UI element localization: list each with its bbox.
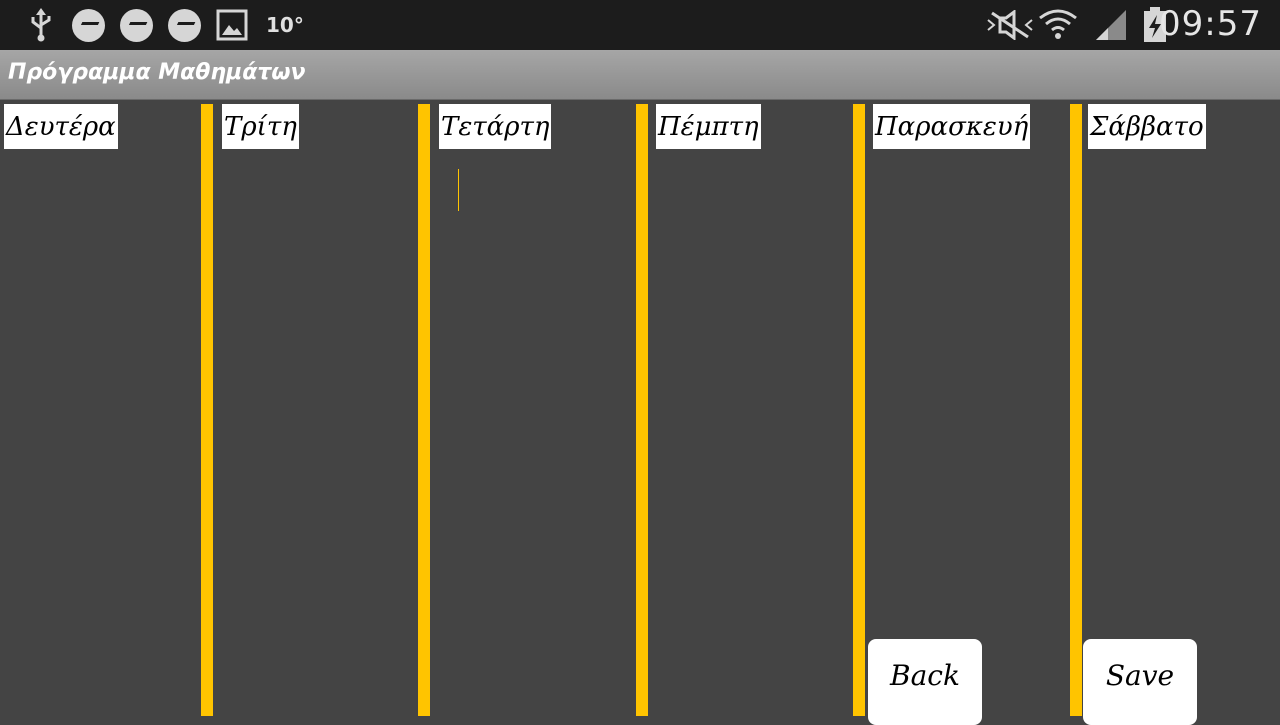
day-label-friday: Παρασκευή [873, 104, 1031, 149]
column-divider [201, 104, 213, 716]
messenger-icon [120, 8, 153, 42]
day-label-saturday: Σάββατο [1088, 104, 1206, 149]
action-bar: Πρόγραμμα Μαθημάτων [0, 50, 1280, 100]
app-title: Πρόγραμμα Μαθημάτων [8, 60, 306, 85]
column-divider [1070, 104, 1082, 716]
clock: 09:57 [1159, 4, 1262, 44]
status-bar: 10° 09:57 [0, 0, 1280, 50]
day-label-thursday: Πέμπτη [656, 104, 761, 149]
column-divider [853, 104, 865, 716]
day-label-tuesday: Τρίτη [222, 104, 299, 149]
wifi-icon [1038, 8, 1078, 42]
day-label-monday: Δευτέρα [4, 104, 118, 149]
back-button[interactable]: Back [868, 639, 982, 725]
save-button[interactable]: Save [1083, 639, 1197, 725]
usb-icon [26, 8, 56, 42]
mute-icon [986, 8, 1034, 42]
day-label-wednesday: Τετάρτη [439, 104, 552, 149]
messenger-icon [168, 8, 201, 42]
temperature-text: 10° [266, 13, 304, 37]
signal-icon [1094, 8, 1128, 42]
column-divider [418, 104, 430, 716]
gallery-icon [216, 8, 248, 42]
text-cursor[interactable] [458, 169, 459, 211]
messenger-icon [72, 8, 105, 42]
column-divider [636, 104, 648, 716]
